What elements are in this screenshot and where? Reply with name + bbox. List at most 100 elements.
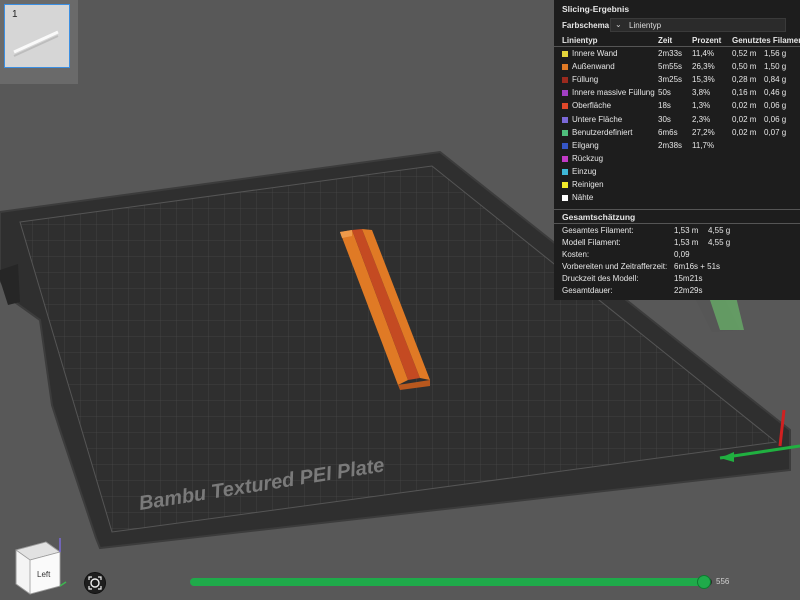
color-scheme-label: Farbschema: [562, 21, 610, 30]
linetype-color-swatch: [562, 77, 568, 84]
linetype-row: Benutzerdefiniert 6m6s 27,2% 0,02 m 0,07 g: [554, 128, 800, 141]
color-scheme-value: Linientyp: [629, 21, 662, 30]
summary-label: Druckzeit des Modell:: [562, 274, 639, 283]
linetype-length: 0,02 m: [732, 114, 757, 124]
linetype-color-swatch: [562, 90, 568, 97]
linetype-weight: 0,46 g: [764, 88, 787, 98]
view-cube[interactable]: [8, 536, 68, 596]
summary-row: Kosten: 0,09: [554, 250, 800, 262]
linetype-length: 0,16 m: [732, 88, 757, 98]
linetype-row: Reinigen: [554, 180, 800, 193]
linetype-weight: 1,56 g: [764, 49, 787, 58]
linetype-length: 0,02 m: [732, 101, 757, 111]
linetype-time: 2m38s: [658, 140, 683, 150]
summary-label: Gesamtdauer:: [562, 286, 613, 295]
linetype-name: Innere Wand: [572, 49, 618, 58]
column-header-percent: Prozent: [692, 36, 722, 45]
thumbnail-model-icon: [13, 30, 59, 57]
linetype-weight: 0,06 g: [764, 101, 787, 111]
linetype-name: Außenwand: [572, 62, 615, 72]
summary-row: Modell Filament: 1,53 m 4,55 g: [554, 238, 800, 250]
linetype-percent: 11,4%: [692, 49, 715, 58]
summary-label: Kosten:: [562, 250, 590, 259]
summary-label: Vorbereiten und Zeitrafferzeit:: [562, 262, 668, 271]
column-header-time: Zeit: [658, 36, 673, 45]
summary-header-divider: [554, 223, 800, 224]
summary-value-secondary: 4,55 g: [708, 238, 731, 247]
linetype-percent: 2,3%: [692, 114, 711, 124]
linetype-percent: 3,8%: [692, 88, 711, 98]
header-divider: [554, 46, 800, 47]
linetype-weight: 0,07 g: [764, 127, 787, 137]
view-cube-face-label: Left: [37, 570, 51, 579]
linetype-color-swatch: [562, 116, 568, 123]
linetype-time: 18s: [658, 101, 671, 111]
linetype-row: Oberfläche 18s 1,3% 0,02 m 0,06 g: [554, 101, 800, 114]
linetype-length: 0,28 m: [732, 75, 757, 85]
layer-slider-value: 556: [716, 577, 730, 586]
linetype-row: Außenwand 5m55s 26,3% 0,50 m 1,50 g: [554, 62, 800, 75]
linetype-row: Innere massive Füllung 50s 3,8% 0,16 m 0,46 …: [554, 88, 800, 101]
linetype-color-swatch: [562, 142, 568, 149]
summary-value: 15m21s: [674, 274, 703, 283]
linetype-name: Füllung: [572, 75, 599, 85]
column-header-filament: Genutztes Filament: [732, 36, 800, 45]
color-scheme-dropdown[interactable]: ⌄ Linientyp: [610, 18, 786, 32]
plate-thumbnail-panel: 1: [0, 0, 78, 84]
plate-thumbnail[interactable]: 1: [4, 4, 70, 68]
recenter-view-button[interactable]: [84, 572, 106, 594]
linetype-percent: 1,3%: [692, 101, 711, 111]
linetype-percent: 15,3%: [692, 75, 715, 85]
linetype-row: Rückzug: [554, 154, 800, 167]
linetype-row: Eilgang 2m38s 11,7%: [554, 141, 800, 154]
linetype-length: 0,02 m: [732, 127, 757, 137]
summary-value: 1,53 m: [674, 226, 699, 235]
linetype-length: 0,50 m: [732, 62, 757, 72]
linetype-time: 6m6s: [658, 127, 678, 137]
linetype-length: 0,52 m: [732, 49, 757, 58]
linetype-time: 30s: [658, 114, 671, 124]
linetype-name: Nähte: [572, 193, 594, 203]
linetype-time: 2m33s: [658, 49, 683, 58]
layer-slider-track[interactable]: [190, 578, 712, 586]
linetype-name: Reinigen: [572, 180, 604, 189]
linetype-row: Innere Wand 2m33s 11,4% 0,52 m 1,56 g: [554, 49, 800, 62]
chevron-down-icon: ⌄: [615, 20, 622, 29]
summary-label: Modell Filament:: [562, 238, 621, 247]
summary-divider: [554, 209, 800, 210]
linetype-row: Einzug: [554, 167, 800, 180]
linetype-color-swatch: [562, 129, 568, 136]
column-header-linetype: Linientyp: [562, 36, 598, 45]
linetype-percent: 11,7%: [692, 140, 715, 150]
linetype-weight: 0,06 g: [764, 114, 787, 124]
linetype-name: Rückzug: [572, 153, 604, 163]
linetype-name: Benutzerdefiniert: [572, 127, 633, 137]
slicing-result-title: Slicing-Ergebnis: [562, 4, 630, 14]
summary-title: Gesamtschätzung: [562, 212, 636, 222]
summary-value: 1,53 m: [674, 238, 699, 247]
linetype-color-swatch: [562, 103, 568, 110]
linetype-name: Eilgang: [572, 140, 599, 150]
linetype-color-swatch: [562, 51, 568, 57]
linetype-time: 3m25s: [658, 75, 683, 85]
summary-label: Gesamtes Filament:: [562, 226, 634, 235]
linetype-color-swatch: [562, 195, 568, 202]
linetype-row: Füllung 3m25s 15,3% 0,28 m 0,84 g: [554, 75, 800, 88]
linetype-name: Einzug: [572, 166, 597, 176]
linetype-name: Innere massive Füllung: [572, 88, 655, 98]
linetype-color-swatch: [562, 182, 568, 188]
linetype-percent: 26,3%: [692, 62, 715, 72]
summary-value: 6m16s + 51s: [674, 262, 721, 271]
summary-row: Gesamtes Filament: 1,53 m 4,55 g: [554, 226, 800, 238]
linetype-percent: 27,2%: [692, 127, 715, 137]
linetype-weight: 0,84 g: [764, 75, 787, 85]
layer-slider-handle[interactable]: [697, 575, 711, 589]
linetype-name: Untere Fläche: [572, 114, 623, 124]
summary-value-secondary: 4,55 g: [708, 226, 731, 235]
slicing-result-panel: Slicing-Ergebnis Farbschema ⌄ Linientyp …: [554, 0, 800, 300]
linetype-time: 5m55s: [658, 62, 683, 72]
linetype-time: 50s: [658, 88, 671, 98]
summary-row: Vorbereiten und Zeitrafferzeit: 6m16s + 5…: [554, 262, 800, 274]
linetype-weight: 1,50 g: [764, 62, 787, 72]
focus-icon: [88, 576, 102, 590]
